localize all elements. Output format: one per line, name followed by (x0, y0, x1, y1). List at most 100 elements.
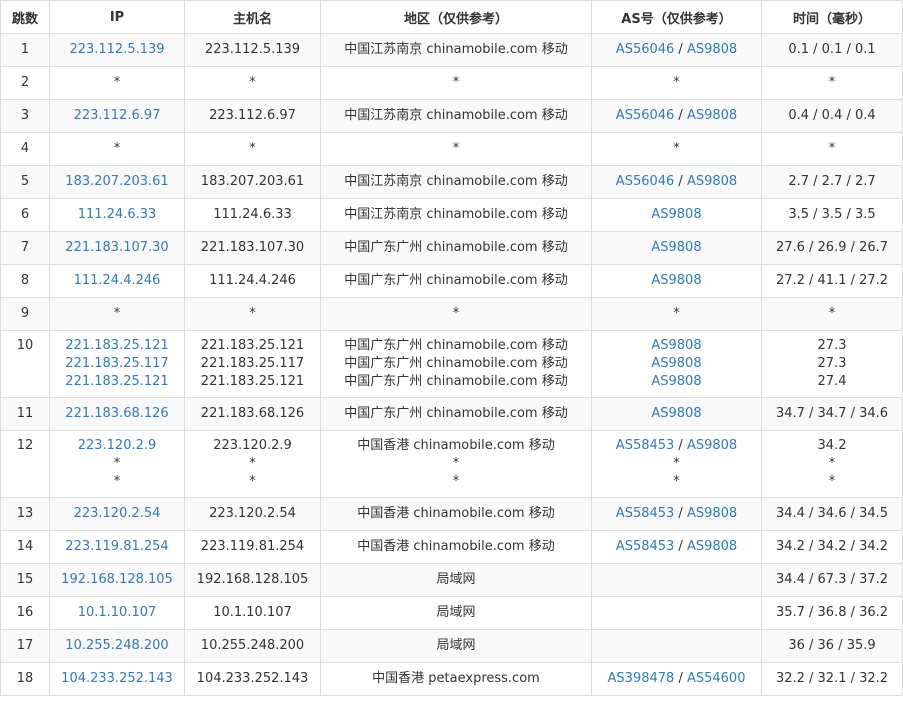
hostname-cell: 111.24.4.246 (184, 264, 321, 298)
hostname-text: 221.183.25.121 (200, 338, 305, 353)
time-cell: * (761, 297, 903, 331)
ip-link[interactable]: 111.24.6.33 (50, 206, 184, 224)
time-cell: 3.5 / 3.5 / 3.5 (761, 198, 903, 232)
table-row: 17 10.255.248.200 10.255.248.200 局域网 36 / 36… (0, 629, 903, 663)
as-link[interactable]: AS9808 (651, 273, 701, 288)
as-link[interactable]: AS58453 (616, 506, 675, 521)
hostname-text: 192.168.128.105 (196, 572, 309, 587)
as-link[interactable]: AS54600 (687, 671, 746, 686)
ip-cell: 221.183.68.126 (49, 397, 185, 431)
ip-link[interactable]: 223.119.81.254 (50, 538, 184, 556)
as-link[interactable]: AS58453 (616, 438, 675, 453)
hostname-cell: 111.24.6.33 (184, 198, 321, 232)
as-link[interactable]: AS9808 (651, 356, 701, 371)
time-cell: 34.7 / 34.7 / 34.6 (761, 397, 903, 431)
as-link[interactable]: AS56046 (616, 174, 675, 189)
hostname-cell: * (184, 297, 321, 331)
as-link[interactable]: AS58453 (616, 539, 675, 554)
region-text: 中国江苏南京 chinamobile.com 移动 (344, 108, 568, 123)
table-row: 8 111.24.4.246 111.24.4.246 中国广东广州 chinamob… (0, 264, 903, 298)
as-link[interactable]: AS9808 (651, 207, 701, 222)
ip-cell: 111.24.4.246 (49, 264, 185, 298)
as-link[interactable]: AS9808 (687, 174, 737, 189)
ip-link[interactable]: 223.112.5.139 (50, 41, 184, 59)
hop-number: 9 (0, 297, 50, 331)
table-row: 10 221.183.25.121 221.183.25.117 221.183.25… (0, 330, 903, 398)
as-link[interactable]: AS398478 (608, 671, 675, 686)
hop-number: 3 (0, 99, 50, 133)
ip-link[interactable]: 223.112.6.97 (50, 107, 184, 125)
as-link[interactable]: AS9808 (651, 338, 701, 353)
as-cell: * (591, 66, 762, 100)
as-line: AS58453 / AS9808 (615, 506, 738, 521)
traceroute-table: 跳数 IP 主机名 地区（仅供参考） AS号（仅供参考） 时间（毫秒） 1 223… (0, 0, 903, 696)
hostname-text: * (249, 456, 256, 471)
as-line: AS9808 (592, 337, 761, 355)
as-link[interactable]: AS56046 (616, 42, 675, 57)
ip-link[interactable]: 183.207.203.61 (50, 173, 184, 191)
as-link[interactable]: AS9808 (651, 374, 701, 389)
region-cell: 局域网 (320, 596, 592, 630)
hostname-text: 223.120.2.54 (209, 506, 296, 521)
hostname-cell: 223.120.2.9 * * (184, 430, 321, 498)
ip-link[interactable]: 10.255.248.200 (50, 637, 184, 655)
hop-number: 6 (0, 198, 50, 232)
region-text: * (452, 474, 460, 489)
as-placeholder: * (673, 141, 680, 156)
hostname-text: 111.24.4.246 (209, 273, 296, 288)
time-text: 36 / 36 / 35.9 (788, 638, 876, 653)
table-body: 1 223.112.5.139 223.112.5.139 中国江苏南京 chinam… (0, 33, 903, 696)
as-link[interactable]: AS9808 (687, 506, 737, 521)
ip-link[interactable]: 223.120.2.54 (50, 505, 184, 523)
as-placeholder: * (673, 474, 680, 489)
time-cell: 36 / 36 / 35.9 (761, 629, 903, 663)
table-row: 18 104.233.252.143 104.233.252.143 中国香港 pet… (0, 662, 903, 696)
region-cell: 中国香港 petaexpress.com (320, 662, 592, 696)
ip-link[interactable]: 221.183.25.121 (50, 373, 184, 391)
as-link[interactable]: AS56046 (616, 108, 675, 123)
hostname-text: * (249, 306, 256, 321)
region-text: 中国广东广州 chinamobile.com 移动 (344, 338, 568, 353)
hostname-text: 221.183.107.30 (200, 240, 305, 255)
region-text: * (452, 456, 460, 471)
as-link[interactable]: AS9808 (687, 108, 737, 123)
region-text: 中国江苏南京 chinamobile.com 移动 (344, 207, 568, 222)
ip-link[interactable]: 221.183.107.30 (50, 239, 184, 257)
time-text: 27.3 (817, 356, 847, 371)
table-row: 11 221.183.68.126 221.183.68.126 中国广东广州 chi… (0, 397, 903, 431)
time-cell: 27.2 / 41.1 / 27.2 (761, 264, 903, 298)
ip-cell: 223.119.81.254 (49, 530, 185, 564)
ip-cell: * (49, 297, 185, 331)
time-text: 3.5 / 3.5 / 3.5 (788, 207, 876, 222)
ip-link[interactable]: 192.168.128.105 (50, 571, 184, 589)
table-row: 9 * * * * * (0, 297, 903, 331)
hostname-cell: 221.183.68.126 (184, 397, 321, 431)
region-cell: 中国广东广州 chinamobile.com 移动 (320, 231, 592, 265)
region-text: 中国广东广州 chinamobile.com 移动 (344, 273, 568, 288)
as-line: AS9808 (592, 355, 761, 373)
ip-link[interactable]: 223.120.2.9 (50, 437, 184, 455)
as-line: AS9808 (592, 405, 761, 423)
ip-link[interactable]: 221.183.68.126 (50, 405, 184, 423)
as-link[interactable]: AS9808 (651, 240, 701, 255)
time-cell: 35.7 / 36.8 / 36.2 (761, 596, 903, 630)
ip-cell: 221.183.107.30 (49, 231, 185, 265)
as-line: AS58453 / AS9808 (615, 539, 738, 554)
ip-link[interactable]: 104.233.252.143 (50, 670, 184, 688)
as-link[interactable]: AS9808 (687, 539, 737, 554)
as-link[interactable]: AS9808 (687, 438, 737, 453)
ip-link[interactable]: 111.24.4.246 (50, 272, 184, 290)
ip-link[interactable]: 221.183.25.117 (50, 355, 184, 373)
region-cell: * (320, 297, 592, 331)
as-link[interactable]: AS9808 (651, 406, 701, 421)
region-cell: 中国香港 chinamobile.com 移动 * * (320, 430, 592, 498)
as-line: * (592, 140, 761, 158)
hostname-cell: 104.233.252.143 (184, 662, 321, 696)
hop-number: 11 (0, 397, 50, 431)
table-row: 1 223.112.5.139 223.112.5.139 中国江苏南京 chinam… (0, 33, 903, 67)
ip-link[interactable]: 221.183.25.121 (50, 337, 184, 355)
as-cell: AS58453 / AS9808 (591, 497, 762, 531)
ip-link[interactable]: 10.1.10.107 (50, 604, 184, 622)
hostname-text: 223.119.81.254 (200, 539, 305, 554)
as-link[interactable]: AS9808 (687, 42, 737, 57)
